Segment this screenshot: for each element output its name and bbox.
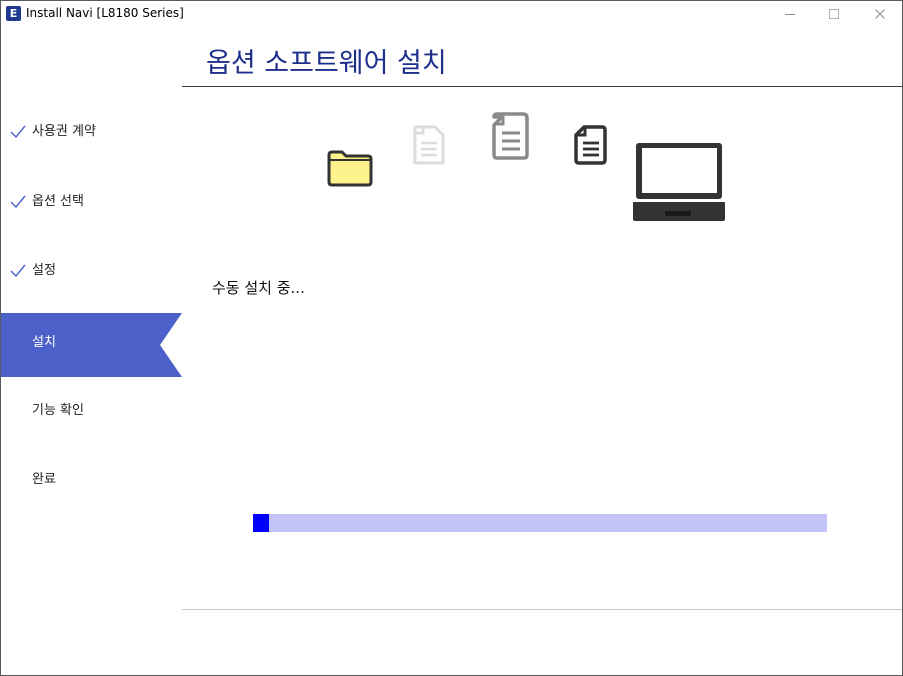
window-title: Install Navi [L8180 Series] (26, 6, 184, 20)
close-icon (875, 9, 885, 19)
sidebar-item-label: 옵션 선택 (32, 194, 84, 209)
page-title: 옵션 소프트웨어 설치 (206, 48, 447, 79)
title-bar: E Install Navi [L8180 Series] (1, 1, 902, 27)
sidebar-item-label: 설정 (32, 263, 56, 278)
minimize-icon (785, 14, 795, 15)
sidebar-item-label: 기능 확인 (32, 403, 84, 418)
check-icon (10, 264, 26, 277)
sidebar-item-label: 설치 (32, 335, 56, 350)
document-icon (492, 112, 529, 160)
close-button[interactable] (857, 1, 902, 27)
sidebar-item-complete: 완료 (1, 468, 182, 532)
sidebar-item-function-check: 기능 확인 (1, 399, 182, 463)
installer-window: E Install Navi [L8180 Series] 사용권 계약 옵션 … (0, 0, 903, 676)
sidebar-item-install: 설치 (1, 313, 182, 377)
document-icon (413, 125, 445, 165)
minimize-button[interactable] (767, 1, 813, 27)
install-progress-bar (253, 514, 827, 532)
laptop-icon (633, 143, 725, 221)
progress-fill (253, 514, 269, 532)
install-status-text: 수동 설치 중... (212, 279, 305, 297)
header-divider (182, 86, 902, 87)
check-icon (10, 125, 26, 138)
sidebar-item-options: 옵션 선택 (1, 190, 182, 254)
document-icon (574, 125, 607, 165)
check-icon (10, 195, 26, 208)
sidebar-item-label: 사용권 계약 (32, 124, 96, 139)
maximize-button[interactable] (811, 1, 857, 27)
sidebar-item-license: 사용권 계약 (1, 120, 182, 184)
footer-divider (182, 609, 902, 610)
app-icon: E (6, 6, 21, 21)
folder-icon (327, 150, 373, 187)
maximize-icon (829, 9, 839, 19)
step-sidebar: 사용권 계약 옵션 선택 설정 설치 기능 확인 완료 (1, 27, 182, 675)
active-step-indicator (160, 313, 182, 377)
sidebar-item-label: 완료 (32, 472, 56, 487)
